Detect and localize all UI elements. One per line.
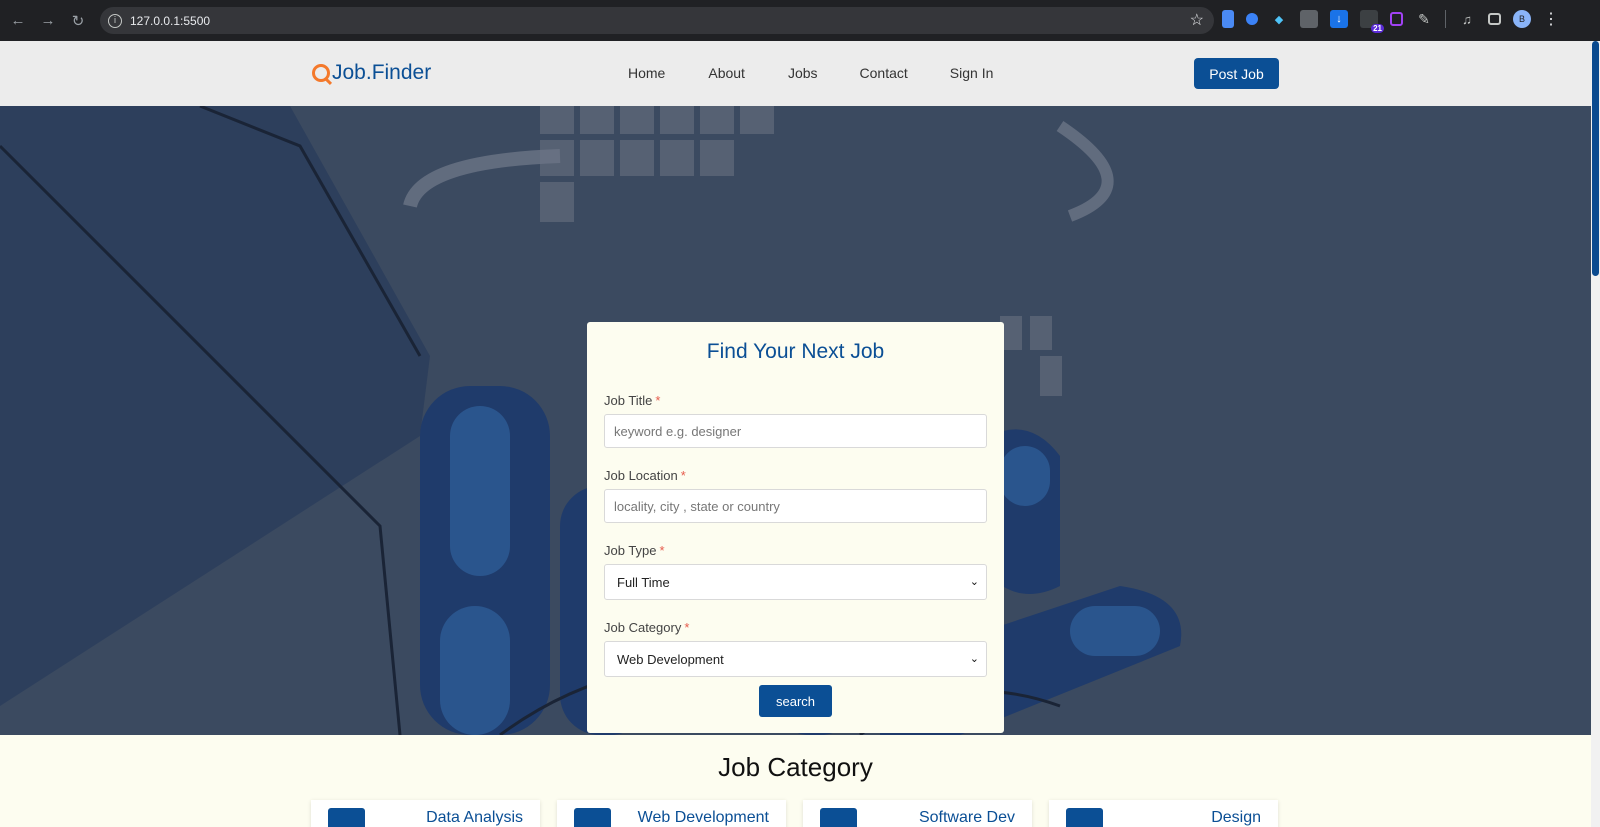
job-type-label: Job Type * [604,543,665,558]
nav-jobs[interactable]: Jobs [788,65,818,81]
bookmark-star-icon[interactable]: ☆ [1190,10,1204,30]
browser-toolbar: ← → ↻ i 127.0.0.1:5500 ☆ ◆ ↓ 21 ✎ ♫ B ⋮ [0,0,1600,41]
job-category-heading: Job Category [718,752,873,782]
nav-about[interactable]: About [708,65,745,81]
job-category-select[interactable]: Web Development ⌄ [604,641,987,677]
search-card-title: Find Your Next Job [706,340,885,363]
scrollbar-thumb[interactable] [1592,41,1599,276]
job-category-value: Web Development [617,651,724,667]
profile-avatar[interactable]: B [1513,10,1531,28]
extension-qr-icon[interactable] [1300,10,1318,28]
forward-icon[interactable]: → [34,7,62,35]
job-search-card: Find Your Next Job Job Title * keyword e.… [587,322,1004,733]
address-bar[interactable]: i 127.0.0.1:5500 ☆ [100,7,1214,34]
category-icon [328,808,365,827]
chevron-down-icon: ⌄ [969,652,979,665]
category-icon [574,808,611,827]
job-type-select[interactable]: Full Time ⌄ [604,564,987,600]
extension-badge-count: 21 [1371,24,1384,33]
category-name: Design [1211,809,1261,826]
extensions-puzzle-icon[interactable]: ✎ [1415,10,1433,28]
media-control-icon[interactable]: ♫ [1458,10,1476,28]
page-scrollbar[interactable] [1591,41,1600,827]
category-card-software-dev[interactable]: Software Dev [803,800,1032,827]
back-icon[interactable]: ← [4,7,32,35]
category-name: Web Development [637,809,769,826]
nav-sign-in[interactable]: Sign In [950,65,994,81]
toolbar-separator [1445,10,1446,28]
job-type-value: Full Time [617,574,670,590]
search-button[interactable]: search [759,685,832,717]
reload-icon[interactable]: ↻ [64,7,92,35]
category-icon [820,808,857,827]
hero-section: Find Your Next Job Job Title * keyword e.… [0,106,1591,735]
category-name: Data Analysis [426,809,523,826]
site-info-icon[interactable]: i [108,13,122,28]
logo-text: Job.Finder [332,61,432,84]
extensions-bar: ◆ ↓ 21 ✎ ♫ B ⋮ [1222,9,1559,33]
required-marker: * [680,468,686,483]
category-card-data-analysis[interactable]: Data Analysis [311,800,540,827]
nav-contact[interactable]: Contact [860,65,908,81]
url-text: 127.0.0.1:5500 [130,13,211,28]
category-card-design[interactable]: Design [1049,800,1278,827]
extension-download-icon[interactable]: ↓ [1330,10,1348,28]
search-logo-icon [312,64,330,82]
job-category-label: Job Category * [604,620,690,635]
category-icon [1066,808,1103,827]
category-name: Software Dev [918,809,1015,826]
extension-docs-icon[interactable] [1222,10,1234,28]
job-location-label: Job Location * [604,468,686,483]
chevron-down-icon: ⌄ [969,575,979,588]
nav-home[interactable]: Home [628,65,665,81]
job-location-input[interactable]: locality, city , state or country [604,489,987,523]
job-title-input[interactable]: keyword e.g. designer [604,414,987,448]
required-marker: * [655,393,661,408]
post-job-button[interactable]: Post Job [1194,58,1279,89]
extension-circle-icon[interactable] [1246,13,1258,25]
extension-purple-icon[interactable] [1390,12,1403,26]
job-title-label: Job Title * [604,393,661,408]
extension-diamond-icon[interactable]: ◆ [1270,10,1288,28]
required-marker: * [684,620,690,635]
site-logo[interactable]: Job.Finder [312,61,431,85]
side-panel-icon[interactable] [1488,13,1501,25]
site-header: Job.Finder Home About Jobs Contact Sign … [0,41,1591,106]
extension-badge-icon[interactable]: 21 [1360,10,1384,33]
main-nav: Home About Jobs Contact Sign In [628,65,993,81]
browser-menu-icon[interactable]: ⋮ [1543,9,1559,29]
category-card-web-development[interactable]: Web Development [557,800,786,827]
required-marker: * [659,543,665,558]
